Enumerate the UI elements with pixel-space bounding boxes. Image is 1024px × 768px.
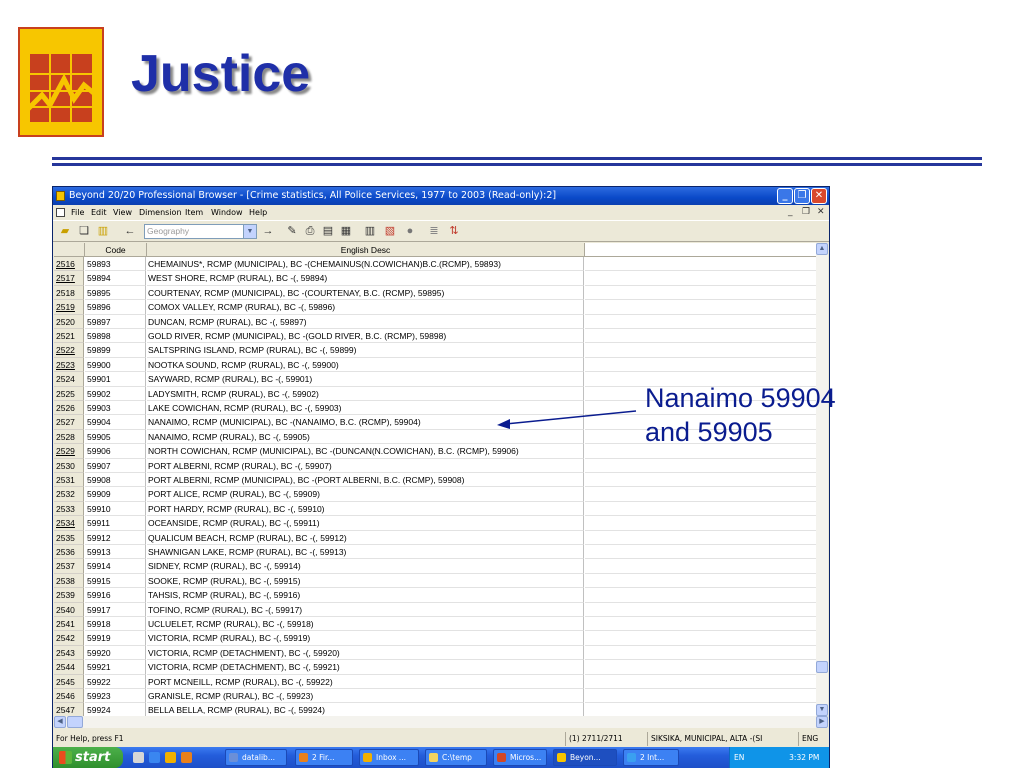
callout-arrow: [497, 410, 637, 429]
callout-text: Nanaimo 59904 and 59905: [645, 381, 836, 449]
callout-line2: and 59905: [645, 417, 773, 447]
callout-line1: Nanaimo 59904: [645, 383, 836, 413]
